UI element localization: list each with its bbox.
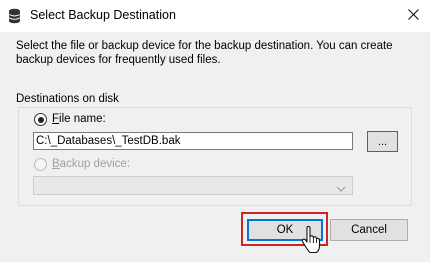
backup-device-select[interactable]	[33, 176, 353, 195]
backup-device-label[interactable]: Backup device:	[52, 158, 130, 170]
window-title: Select Backup Destination	[30, 8, 176, 22]
file-name-radio[interactable]	[34, 113, 47, 126]
file-name-accesskey: F	[52, 113, 60, 125]
backup-device-label-text: ackup device:	[59, 158, 130, 170]
radio-selected-dot	[37, 116, 44, 123]
file-name-input[interactable]: C:\_Databases\_TestDB.bak	[33, 132, 353, 150]
browse-button-label: ...	[377, 135, 388, 148]
title-bar: Select Backup Destination	[0, 0, 430, 32]
mouse-pointer-icon	[300, 225, 322, 254]
cancel-button[interactable]: Cancel	[330, 219, 408, 241]
chevron-down-icon	[336, 182, 346, 196]
description-text: Select the file or backup device for the…	[16, 40, 393, 66]
backup-device-accesskey: B	[52, 158, 60, 170]
cancel-button-label: Cancel	[351, 224, 387, 236]
ok-button-label: OK	[276, 224, 294, 236]
close-icon	[407, 9, 419, 23]
browse-button[interactable]: ...	[367, 131, 398, 152]
close-button[interactable]	[396, 1, 430, 31]
database-icon	[8, 8, 21, 24]
file-name-label[interactable]: File name:	[52, 113, 106, 125]
backup-device-radio[interactable]	[34, 158, 47, 171]
destinations-section-label: Destinations on disk	[16, 93, 119, 105]
file-name-label-text: ile name:	[59, 113, 106, 125]
